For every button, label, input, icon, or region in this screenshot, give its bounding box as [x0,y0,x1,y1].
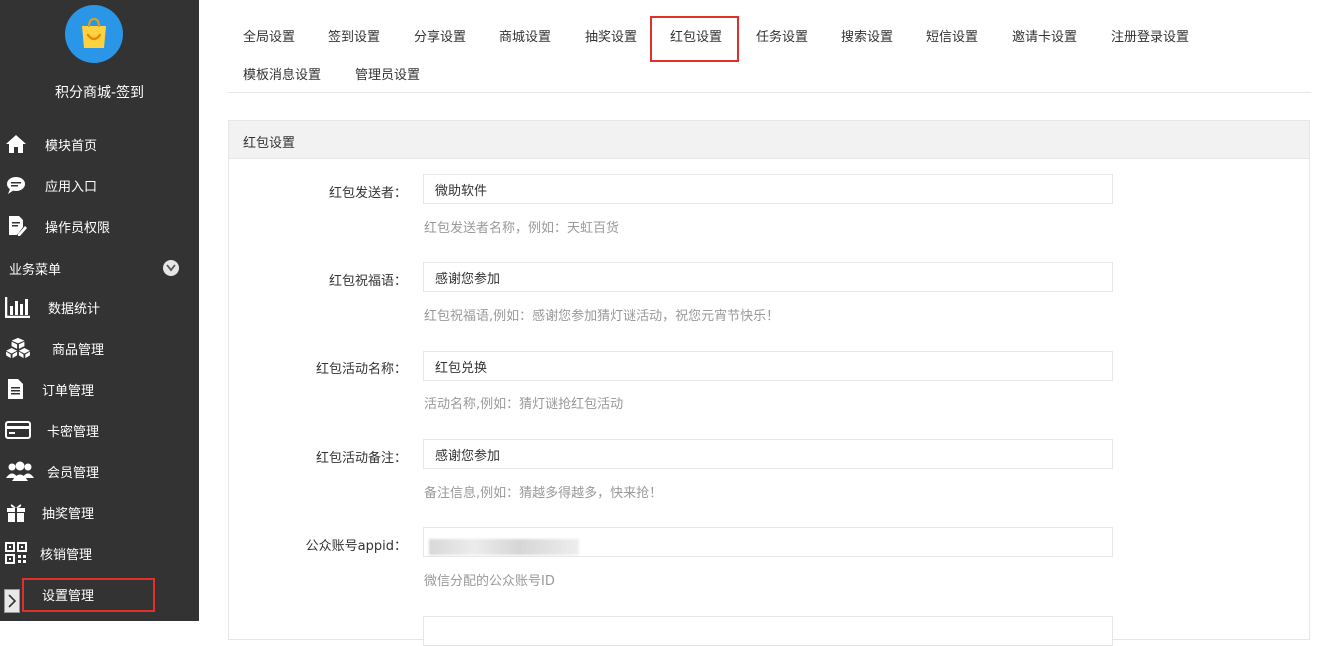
sidebar-item-label: 卡密管理 [47,425,100,440]
activity-name-label: 红包活动名称： [315,362,407,377]
sidebar-item-label: 订单管理 [42,384,95,399]
sidebar-item-label: 数据统计 [48,302,101,317]
tab-invite-card-settings[interactable]: 邀请卡设置 [1012,26,1077,45]
sender-input[interactable] [423,174,1113,204]
wishing-input[interactable] [423,262,1113,292]
panel-header: 红包设置 [229,121,1309,159]
sidebar-item-orders[interactable]: 订单管理 [0,368,199,408]
tab-task-settings[interactable]: 任务设置 [756,26,808,45]
tab-signin-settings[interactable]: 签到设置 [328,26,380,45]
sidebar-item-label: 商品管理 [52,343,105,358]
wishing-label: 红包祝福语： [328,274,407,289]
sidebar-item-label: 核销管理 [40,548,93,563]
appid-label: 公众账号appid： [305,539,407,554]
activity-name-hint: 活动名称,例如：猜灯谜抢红包活动 [424,397,624,412]
sidebar: 积分商城-签到 模块首页 应用入口 操作员权限 业务菜单 数据统计 商品管理 订… [0,0,199,621]
sidebar-item-label: 模块首页 [45,139,98,154]
sender-label: 红包发送者： [328,186,407,201]
document-edit-icon [9,216,27,236]
sidebar-item-members[interactable]: 会员管理 [0,450,199,490]
gift-icon [7,504,25,522]
sidebar-item-app-entry[interactable]: 应用入口 [0,164,199,204]
sidebar-item-label: 操作员权限 [45,221,111,236]
shopping-bag-icon [82,17,106,48]
active-tab-highlight [650,16,739,62]
chat-bubble-icon [7,177,25,194]
appid-hint: 微信分配的公众账号ID [424,574,555,589]
tab-mall-settings[interactable]: 商城设置 [499,26,551,45]
tab-search-settings[interactable]: 搜索设置 [841,26,893,45]
panel-title: 红包设置 [243,136,296,151]
home-icon [6,135,26,153]
sidebar-item-lottery[interactable]: 抽奖管理 [0,491,199,531]
business-menu-header[interactable]: 业务菜单 [0,256,199,278]
business-menu-label: 业务菜单 [9,263,62,278]
sidebar-item-statistics[interactable]: 数据统计 [0,286,199,326]
redacted-value [429,539,579,555]
credit-card-icon [5,421,31,439]
tab-register-login-settings[interactable]: 注册登录设置 [1111,26,1189,45]
settings-tabs: 全局设置 签到设置 分享设置 商城设置 抽奖设置 红包设置 任务设置 搜索设置 … [228,0,1311,93]
sidebar-item-card-keys[interactable]: 卡密管理 [0,409,199,449]
sidebar-item-operator-permissions[interactable]: 操作员权限 [0,205,199,245]
boxes-icon [6,337,30,359]
document-icon [8,379,23,399]
tab-global-settings[interactable]: 全局设置 [243,26,295,45]
chevron-down-icon[interactable] [163,260,179,276]
redpacket-settings-panel: 红包设置 红包发送者： 红包发送者名称，例如：天虹百货 红包祝福语： 红包祝福语… [228,120,1310,646]
sidebar-item-module-home[interactable]: 模块首页 [0,123,199,163]
tab-lottery-settings[interactable]: 抽奖设置 [585,26,637,45]
users-icon [6,461,34,481]
tab-sms-settings[interactable]: 短信设置 [926,26,978,45]
remark-label: 红包活动备注： [315,451,407,466]
tab-template-message-settings[interactable]: 模板消息设置 [243,64,321,83]
app-logo [65,5,123,63]
highlight-box [22,578,155,612]
tab-share-settings[interactable]: 分享设置 [414,26,466,45]
wishing-hint: 红包祝福语,例如：感谢您参加猜灯谜活动，祝您元宵节快乐！ [424,309,780,324]
tab-admin-settings[interactable]: 管理员设置 [355,64,420,83]
bar-chart-icon [5,297,30,318]
sidebar-item-label: 抽奖管理 [42,507,95,522]
sidebar-item-verification[interactable]: 核销管理 [0,532,199,572]
remark-input[interactable] [423,439,1113,469]
sender-hint: 红包发送者名称，例如：天虹百货 [424,221,620,236]
activity-name-input[interactable] [423,351,1113,381]
qrcode-icon [5,542,27,564]
app-title: 积分商城-签到 [54,85,145,101]
remark-hint: 备注信息,例如：猜越多得越多，快来抢！ [424,486,663,501]
sidebar-item-products[interactable]: 商品管理 [0,327,199,367]
chevron-right-icon [8,594,16,608]
sidebar-item-label: 应用入口 [45,180,98,195]
sidebar-collapse-handle[interactable] [4,589,20,613]
sidebar-item-label: 会员管理 [47,466,100,481]
